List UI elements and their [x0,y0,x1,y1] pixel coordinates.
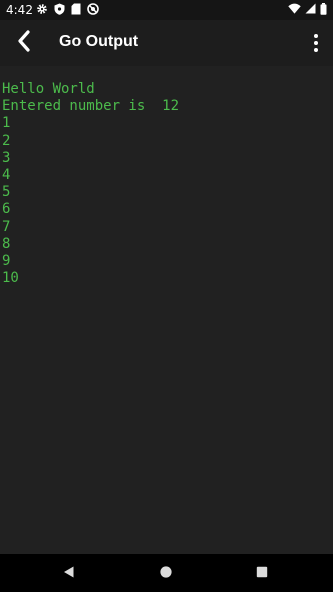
more-vertical-icon [314,34,318,38]
system-status-icons [288,2,327,18]
output-line: 3 [2,149,11,166]
more-vertical-icon [314,41,318,45]
home-circle-icon [159,564,173,583]
nav-home-button[interactable] [155,563,177,583]
signal-icon [305,3,316,17]
output-line: 2 [2,132,11,149]
wifi-icon [288,3,301,17]
output-line: 8 [2,235,11,252]
nav-recents-button[interactable] [251,563,273,583]
app-toolbar: Go Output [0,20,333,66]
output-line: 10 [2,270,19,287]
output-line: Hello World [2,81,95,97]
battery-icon [320,2,327,18]
no-sync-icon [87,2,99,18]
status-time: 4:42 [6,3,33,17]
chevron-left-icon [16,30,32,56]
back-button[interactable] [8,26,40,60]
notification-icons [36,2,99,18]
page-title: Go Output [59,33,139,50]
system-navigation-bar [0,554,333,592]
output-line: 6 [2,201,11,218]
output-console[interactable]: Hello World Entered number is 12 1 2 3 4… [0,66,333,554]
output-line: 9 [2,253,11,270]
output-line: 7 [2,218,11,235]
more-vertical-icon [314,48,318,52]
shield-icon [54,3,65,18]
nav-back-button[interactable] [58,563,80,583]
output-line: 1 [2,115,11,132]
output-line: 4 [2,167,11,184]
gear-icon [36,3,48,18]
overflow-menu-button[interactable] [305,28,327,58]
back-triangle-icon [62,564,76,583]
sd-card-icon [71,3,81,18]
recents-square-icon [255,564,269,583]
output-lines: Hello World Entered number is 12 1 2 3 4… [2,81,179,287]
output-line: 5 [2,184,11,201]
status-bar: 4:42 [0,0,333,20]
output-line: Entered number is 12 [2,98,180,115]
